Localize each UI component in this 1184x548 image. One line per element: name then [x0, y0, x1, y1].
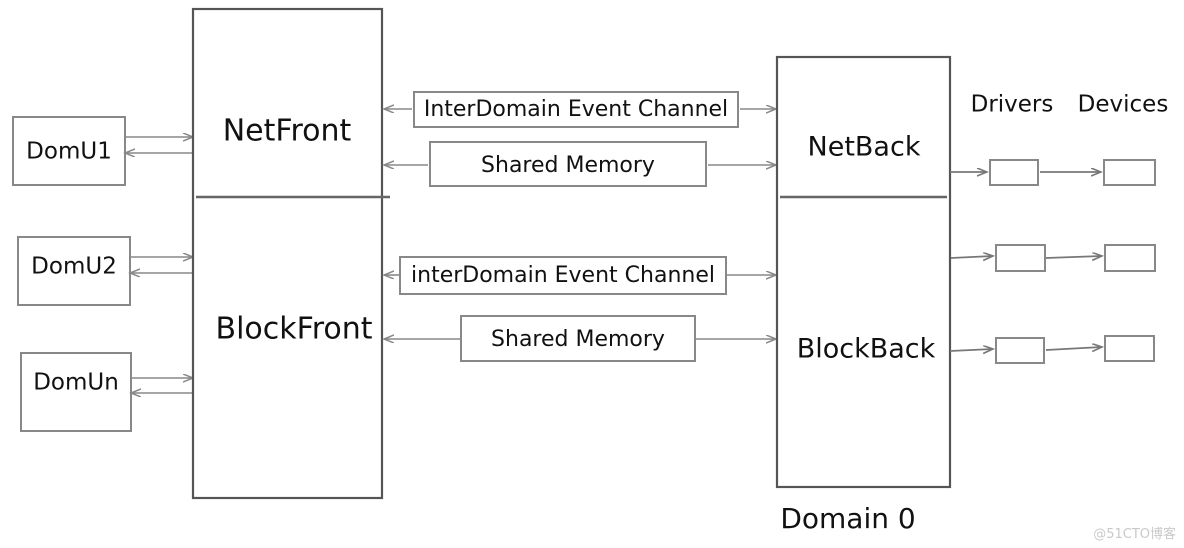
driver-box[interactable]	[995, 244, 1046, 272]
guest-label: DomU1	[26, 139, 112, 165]
frontend-container[interactable]: NetFront BlockFront	[191, 7, 390, 500]
devices-column-heading: Devices	[1078, 92, 1169, 118]
drivers-column-heading: Drivers	[971, 92, 1054, 118]
guest-domain-group: DomU1 DomU2 DomUn	[12, 116, 132, 432]
channel-label: Shared Memory	[491, 327, 665, 352]
netfront-label: NetFront	[223, 114, 352, 149]
frontend-container-rect	[191, 7, 384, 500]
domain0-label: Domain 0	[780, 502, 915, 535]
channel-box-event-channel-net[interactable]: InterDomain Event Channel	[413, 91, 739, 128]
netback-label: NetBack	[808, 132, 921, 163]
channel-box-shared-memory-block[interactable]: Shared Memory	[460, 315, 696, 362]
channel-box-event-channel-block[interactable]: interDomain Event Channel	[399, 256, 727, 295]
blockback-label: BlockBack	[797, 334, 936, 365]
guest-label: DomUn	[33, 370, 119, 396]
xen-split-driver-architecture-diagram: DomU1 DomU2 DomUn NetFront BlockFront In…	[0, 0, 1184, 548]
guest-box-domu2[interactable]: DomU2	[17, 236, 131, 306]
guest-box-domu1[interactable]: DomU1	[12, 116, 126, 186]
driver-box[interactable]	[995, 337, 1045, 364]
channel-label: InterDomain Event Channel	[424, 97, 728, 122]
watermark-text: @51CTO博客	[1093, 526, 1176, 542]
channel-label: interDomain Event Channel	[411, 263, 715, 288]
blockfront-label: BlockFront	[215, 312, 372, 347]
domain0-container-rect	[775, 55, 952, 489]
domain0-container[interactable]: NetBack BlockBack	[775, 55, 952, 489]
guest-box-domun[interactable]: DomUn	[20, 352, 132, 432]
device-box[interactable]	[1104, 335, 1155, 362]
device-box[interactable]	[1104, 244, 1156, 272]
channel-label: Shared Memory	[481, 153, 655, 178]
channel-box-shared-memory-net[interactable]: Shared Memory	[429, 141, 707, 187]
device-box[interactable]	[1103, 159, 1156, 186]
guest-label: DomU2	[31, 254, 117, 280]
driver-box[interactable]	[989, 159, 1039, 186]
